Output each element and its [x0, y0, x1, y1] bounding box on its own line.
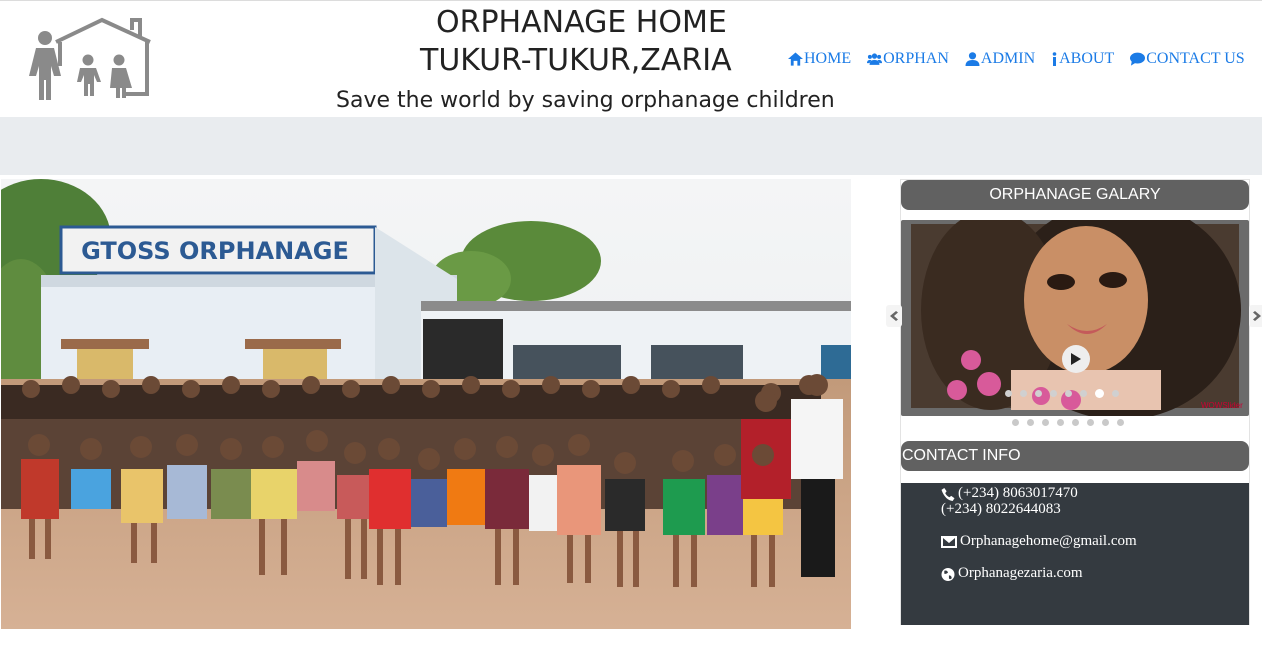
- slider-thumb-dot[interactable]: [1012, 419, 1019, 426]
- website-url: Orphanagezaria.com: [958, 565, 1083, 581]
- email-address: Orphanagehome@gmail.com: [960, 533, 1137, 549]
- site-title-line2: TUKUR-TUKUR,ZARIA: [420, 43, 732, 78]
- globe-icon: [941, 568, 955, 581]
- nav-admin-label: ADMIN: [980, 50, 1036, 67]
- users-icon: [867, 53, 883, 65]
- site-title-line1: ORPHANAGE HOME: [436, 5, 727, 40]
- slider-dot[interactable]: [1005, 390, 1012, 397]
- nav-orphan-label: ORPHAN: [883, 50, 949, 67]
- phone-1: (+234) 8063017470: [958, 485, 1078, 501]
- slider-thumb-dot[interactable]: [1102, 419, 1109, 426]
- slider-dots: [1005, 389, 1119, 398]
- contact-info-panel: (+234) 8063017470 (+234) 8022644083 Orph…: [901, 483, 1249, 625]
- slider-thumb-dot[interactable]: [1042, 419, 1049, 426]
- nav-orphan[interactable]: ORPHAN: [867, 50, 949, 68]
- comment-icon: [1130, 52, 1146, 66]
- envelope-icon: [941, 536, 957, 548]
- slider-thumb-dot[interactable]: [1027, 419, 1034, 426]
- slider-watermark: WOWSlider: [1201, 401, 1243, 410]
- gallery-title: ORPHANAGE GALARY: [901, 180, 1249, 210]
- chevron-right-icon: [1253, 311, 1261, 321]
- email-line[interactable]: Orphanagehome@gmail.com: [941, 533, 1137, 550]
- tagline: Save the world by saving orphanage child…: [336, 88, 835, 113]
- nav-home[interactable]: HOME: [788, 50, 851, 68]
- slider-next-button[interactable]: [1249, 305, 1262, 327]
- slider-dot[interactable]: [1112, 390, 1119, 397]
- slider-thumbnail-dots: [1012, 419, 1124, 426]
- user-icon: [965, 52, 980, 66]
- slider-thumb-dot[interactable]: [1117, 419, 1124, 426]
- play-button[interactable]: [1062, 345, 1090, 373]
- home-icon: [788, 52, 803, 66]
- nav-contact[interactable]: CONTACT US: [1130, 50, 1245, 68]
- orphanage-group-photo: GTOSS ORPHANAGE: [1, 179, 851, 629]
- gallery-slide-image: WOWSlider: [901, 220, 1249, 416]
- slider-thumb-dot[interactable]: [1087, 419, 1094, 426]
- website-line[interactable]: Orphanagezaria.com: [941, 565, 1083, 582]
- family-house-logo: [29, 17, 151, 100]
- orphanage-sign-text: GTOSS ORPHANAGE: [81, 237, 349, 265]
- nav-about-label: ABOUT: [1059, 50, 1115, 67]
- gallery-slider[interactable]: WOWSlider: [901, 220, 1249, 416]
- slider-dot[interactable]: [1065, 390, 1072, 397]
- chevron-left-icon: [890, 311, 898, 321]
- nav-contact-label: CONTACT US: [1146, 50, 1245, 67]
- slider-thumb-dot[interactable]: [1072, 419, 1079, 426]
- slider-prev-button[interactable]: [886, 305, 902, 327]
- phone-icon: [941, 488, 955, 501]
- phone-line: (+234) 8063017470: [941, 485, 1078, 502]
- top-border: [0, 0, 1262, 1]
- slider-dot[interactable]: [1095, 389, 1104, 398]
- slider-dot[interactable]: [1080, 390, 1087, 397]
- contact-info-title: CONTACT INFO: [901, 441, 1249, 471]
- phone-2: (+234) 8022644083: [941, 501, 1061, 517]
- slider-dot[interactable]: [1035, 390, 1042, 397]
- slider-dot[interactable]: [1020, 390, 1027, 397]
- slider-dot[interactable]: [1050, 390, 1057, 397]
- info-icon: [1052, 52, 1057, 66]
- header-band: [0, 117, 1262, 175]
- main-nav: HOME ORPHAN ADMIN ABOUT CONTACT US: [788, 50, 1245, 68]
- nav-admin[interactable]: ADMIN: [965, 50, 1035, 68]
- nav-home-label: HOME: [804, 50, 852, 67]
- nav-about[interactable]: ABOUT: [1051, 50, 1114, 68]
- sidebar: ORPHANAGE GALARY WOWSlider CONTACT INFO …: [886, 179, 1262, 625]
- slider-thumb-dot[interactable]: [1057, 419, 1064, 426]
- play-icon: [1071, 353, 1081, 365]
